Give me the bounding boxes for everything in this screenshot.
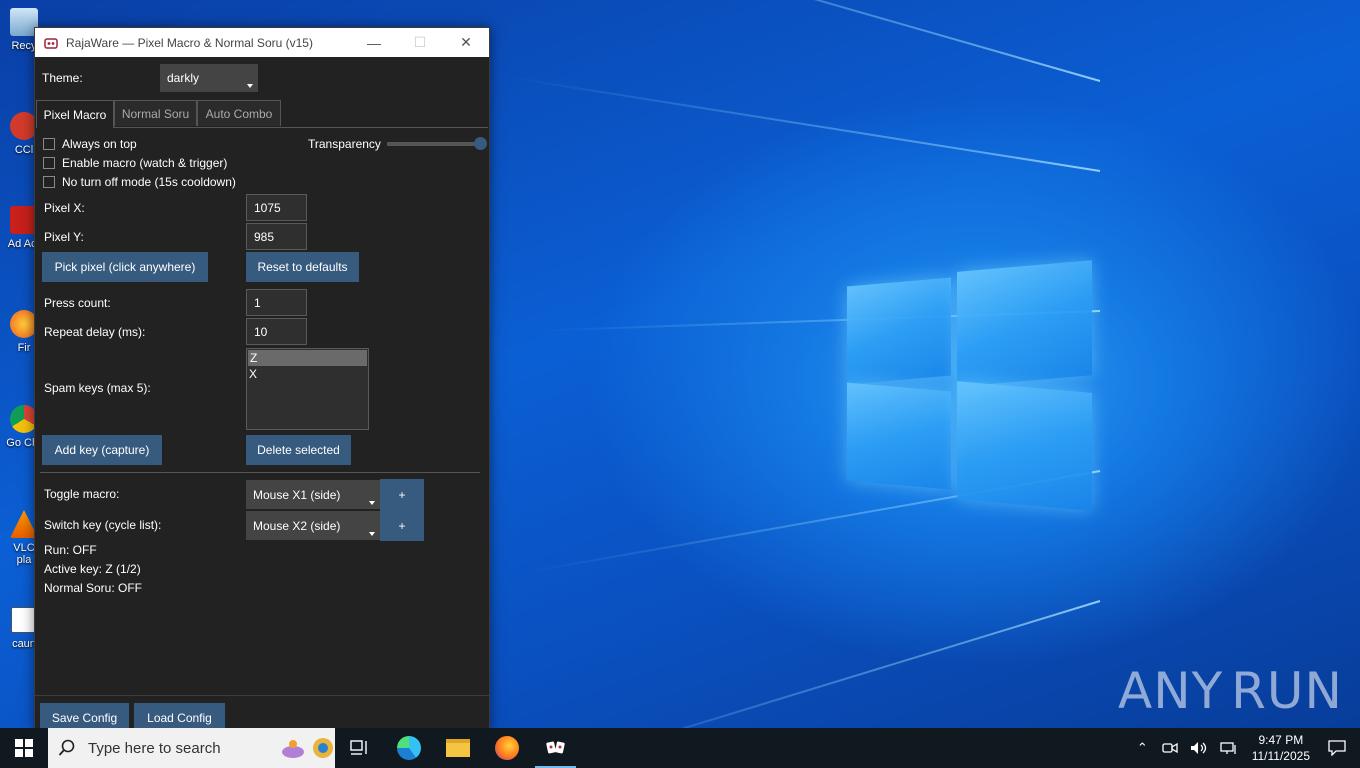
close-button[interactable]: ✕ <box>443 28 489 57</box>
minimize-button[interactable]: — <box>351 28 397 57</box>
pixel-x-label: Pixel X: <box>44 201 85 215</box>
spam-keys-list[interactable]: Z X <box>246 348 369 430</box>
list-item[interactable]: X <box>247 366 368 382</box>
normal-soru-status: Normal Soru: OFF <box>44 581 143 595</box>
network-icon[interactable] <box>1220 741 1238 755</box>
slider-knob[interactable] <box>474 137 487 150</box>
transparency-slider[interactable] <box>387 137 487 150</box>
pick-pixel-button[interactable]: Pick pixel (click anywhere) <box>42 252 208 282</box>
anyrun-watermark: ANY RUN <box>1118 662 1343 720</box>
maximize-button: ☐ <box>413 34 427 50</box>
meet-now-icon[interactable] <box>1162 741 1178 755</box>
firefox-icon <box>494 736 519 760</box>
system-tray: ⌃ 9:47 PM 11/11/2025 <box>1129 728 1360 768</box>
pixel-x-input[interactable]: 1075 <box>246 194 307 221</box>
chevron-up-icon[interactable]: ⌃ <box>1137 740 1148 756</box>
reset-defaults-button[interactable]: Reset to defaults <box>246 252 359 282</box>
pixel-y-label: Pixel Y: <box>44 230 84 244</box>
tab-pixel-macro[interactable]: Pixel Macro <box>36 100 114 128</box>
always-on-top-label[interactable]: Always on top <box>62 137 137 151</box>
clock[interactable]: 9:47 PM 11/11/2025 <box>1252 732 1310 764</box>
clock-date: 11/11/2025 <box>1251 749 1310 763</box>
taskbar-firefox[interactable] <box>482 728 531 768</box>
switch-key-plus-button[interactable]: + <box>380 510 424 541</box>
no-turn-off-checkbox[interactable] <box>43 176 55 188</box>
app-icon <box>44 37 58 49</box>
delete-selected-button[interactable]: Delete selected <box>246 435 351 465</box>
tab-bar: Pixel Macro Normal Soru Auto Combo <box>36 100 488 128</box>
start-button[interactable] <box>0 728 48 768</box>
run-status: Run: OFF <box>44 543 97 557</box>
enable-macro-checkbox[interactable] <box>43 157 55 169</box>
repeat-delay-input[interactable]: 10 <box>246 318 307 345</box>
divider <box>40 472 480 473</box>
taskbar-file-explorer[interactable] <box>433 728 482 768</box>
switch-key-label: Switch key (cycle list): <box>44 518 162 532</box>
clock-time: 9:47 PM <box>1258 733 1304 747</box>
edge-icon <box>396 736 421 760</box>
tab-auto-combo[interactable]: Auto Combo <box>197 100 281 126</box>
window-title: RajaWare — Pixel Macro & Normal Soru (v1… <box>66 35 313 50</box>
task-view-icon <box>349 740 367 755</box>
no-turn-off-label[interactable]: No turn off mode (15s cooldown) <box>62 175 236 189</box>
toggle-macro-plus-button[interactable]: + <box>380 479 424 510</box>
switch-key-select[interactable]: Mouse X2 (side) <box>246 511 380 540</box>
taskbar-edge[interactable] <box>384 728 433 768</box>
app-icon <box>545 741 565 754</box>
tab-normal-soru[interactable]: Normal Soru <box>114 100 197 126</box>
spam-keys-label: Spam keys (max 5): <box>44 381 151 395</box>
repeat-delay-label: Repeat delay (ms): <box>44 325 146 339</box>
taskbar-rajaware[interactable] <box>531 728 580 768</box>
chevron-down-icon <box>369 532 375 536</box>
add-key-button[interactable]: Add key (capture) <box>42 435 162 465</box>
theme-select[interactable]: darkly <box>160 64 258 92</box>
pixel-y-input[interactable]: 985 <box>246 223 307 250</box>
taskbar-search-box[interactable]: Type here to search <box>48 728 335 768</box>
search-highlight-icon <box>282 738 333 758</box>
chevron-down-icon <box>247 84 253 88</box>
task-view-button[interactable] <box>335 728 384 768</box>
footer-bar: Save Config Load Config <box>35 695 489 733</box>
volume-icon[interactable] <box>1190 741 1208 755</box>
active-key-status: Active key: Z (1/2) <box>44 562 141 576</box>
toggle-macro-label: Toggle macro: <box>44 487 120 501</box>
enable-macro-label[interactable]: Enable macro (watch & trigger) <box>62 156 227 170</box>
windows-logo-icon <box>15 739 33 757</box>
taskbar: Type here to search ⌃ 9:47 PM 11/11/2025 <box>0 728 1360 768</box>
search-placeholder: Type here to search <box>88 739 221 757</box>
list-item[interactable]: Z <box>248 350 367 366</box>
app-window: RajaWare — Pixel Macro & Normal Soru (v1… <box>34 27 490 733</box>
always-on-top-checkbox[interactable] <box>43 138 55 150</box>
theme-label: Theme: <box>42 71 83 85</box>
toggle-macro-select[interactable]: Mouse X1 (side) <box>246 480 380 509</box>
notification-icon[interactable] <box>1328 740 1346 756</box>
press-count-input[interactable]: 1 <box>246 289 307 316</box>
title-bar[interactable]: RajaWare — Pixel Macro & Normal Soru (v1… <box>35 28 489 57</box>
search-icon <box>58 739 75 756</box>
folder-icon <box>445 739 470 757</box>
chevron-down-icon <box>369 501 375 505</box>
press-count-label: Press count: <box>44 296 111 310</box>
transparency-label: Transparency <box>308 137 381 151</box>
